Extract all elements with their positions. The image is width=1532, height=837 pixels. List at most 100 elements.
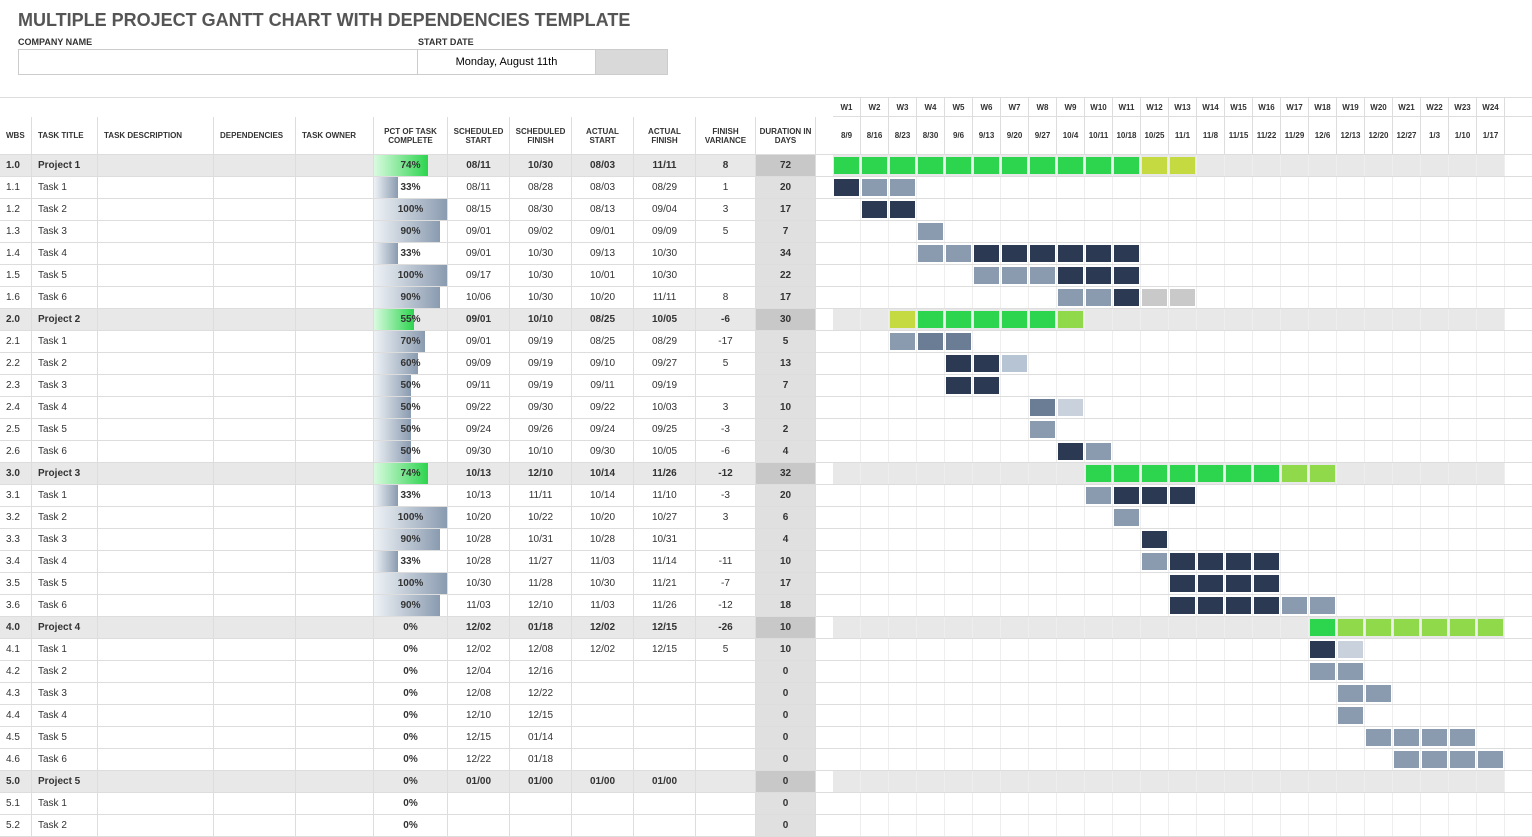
cell[interactable]: 10/30 [572, 573, 634, 594]
cell[interactable]: Task 5 [32, 573, 98, 594]
table-row[interactable]: 2.1Task 170%09/0109/1908/2508/29-175 [0, 331, 833, 353]
cell[interactable]: 01/18 [510, 749, 572, 770]
cell[interactable] [214, 639, 296, 660]
cell[interactable]: 12/15 [634, 639, 696, 660]
cell[interactable]: Task 1 [32, 177, 98, 198]
cell[interactable]: 11/28 [510, 573, 572, 594]
cell[interactable]: 1 [696, 177, 756, 198]
cell[interactable] [214, 815, 296, 836]
cell[interactable]: 5.2 [0, 815, 32, 836]
cell[interactable]: 10/31 [634, 529, 696, 550]
cell[interactable]: 08/03 [572, 155, 634, 176]
cell[interactable]: 0 [756, 727, 816, 748]
pct-cell[interactable]: 33% [374, 485, 448, 506]
cell[interactable] [696, 749, 756, 770]
cell[interactable]: Task 2 [32, 815, 98, 836]
cell[interactable] [634, 749, 696, 770]
cell[interactable]: 11/14 [634, 551, 696, 572]
pct-cell[interactable]: 0% [374, 639, 448, 660]
cell[interactable]: -3 [696, 485, 756, 506]
cell[interactable]: 09/30 [572, 441, 634, 462]
cell[interactable]: Task 4 [32, 705, 98, 726]
cell[interactable]: 09/19 [634, 375, 696, 396]
cell[interactable]: Task 4 [32, 397, 98, 418]
cell[interactable] [214, 199, 296, 220]
cell[interactable]: 10/10 [510, 441, 572, 462]
cell[interactable] [98, 463, 214, 484]
cell[interactable] [296, 639, 374, 660]
cell[interactable]: 22 [756, 265, 816, 286]
cell[interactable] [696, 727, 756, 748]
cell[interactable]: 09/30 [448, 441, 510, 462]
cell[interactable] [98, 507, 214, 528]
cell[interactable]: 10/30 [448, 573, 510, 594]
cell[interactable] [572, 793, 634, 814]
cell[interactable]: 13 [756, 353, 816, 374]
cell[interactable]: 01/00 [448, 771, 510, 792]
cell[interactable]: 1.3 [0, 221, 32, 242]
cell[interactable]: 10/30 [634, 243, 696, 264]
pct-cell[interactable]: 0% [374, 727, 448, 748]
cell[interactable] [214, 617, 296, 638]
cell[interactable] [214, 595, 296, 616]
cell[interactable]: 1.4 [0, 243, 32, 264]
pct-cell[interactable]: 90% [374, 595, 448, 616]
cell[interactable] [214, 771, 296, 792]
cell[interactable]: 01/18 [510, 617, 572, 638]
cell[interactable] [214, 331, 296, 352]
cell[interactable]: Project 4 [32, 617, 98, 638]
cell[interactable]: 18 [756, 595, 816, 616]
cell[interactable] [98, 353, 214, 374]
cell[interactable]: Task 4 [32, 243, 98, 264]
cell[interactable]: 5.0 [0, 771, 32, 792]
cell[interactable]: 10/13 [448, 463, 510, 484]
cell[interactable]: 3.3 [0, 529, 32, 550]
pct-cell[interactable]: 0% [374, 617, 448, 638]
cell[interactable] [214, 551, 296, 572]
table-row[interactable]: 1.6Task 690%10/0610/3010/2011/11817 [0, 287, 833, 309]
cell[interactable]: Task 6 [32, 749, 98, 770]
cell[interactable] [214, 705, 296, 726]
cell[interactable]: 3 [696, 199, 756, 220]
cell[interactable]: 09/09 [634, 221, 696, 242]
cell[interactable]: 0 [756, 705, 816, 726]
table-row[interactable]: 4.1Task 10%12/0212/0812/0212/15510 [0, 639, 833, 661]
cell[interactable] [98, 375, 214, 396]
cell[interactable] [634, 815, 696, 836]
table-row[interactable]: 3.6Task 690%11/0312/1011/0311/26-1218 [0, 595, 833, 617]
cell[interactable]: 1.0 [0, 155, 32, 176]
cell[interactable] [696, 243, 756, 264]
cell[interactable]: 3.6 [0, 595, 32, 616]
cell[interactable]: 12/15 [510, 705, 572, 726]
cell[interactable]: 12/22 [510, 683, 572, 704]
cell[interactable]: 10/01 [572, 265, 634, 286]
cell[interactable]: 5.1 [0, 793, 32, 814]
cell[interactable]: 7 [756, 375, 816, 396]
table-row[interactable]: 1.1Task 133%08/1108/2808/0308/29120 [0, 177, 833, 199]
cell[interactable] [296, 771, 374, 792]
cell[interactable] [696, 683, 756, 704]
cell[interactable]: 08/29 [634, 331, 696, 352]
cell[interactable]: Task 2 [32, 199, 98, 220]
pct-cell[interactable]: 100% [374, 507, 448, 528]
cell[interactable] [296, 529, 374, 550]
cell[interactable] [634, 793, 696, 814]
cell[interactable] [696, 815, 756, 836]
cell[interactable]: Task 5 [32, 727, 98, 748]
pct-cell[interactable]: 33% [374, 177, 448, 198]
table-row[interactable]: 3.1Task 133%10/1311/1110/1411/10-320 [0, 485, 833, 507]
cell[interactable] [214, 749, 296, 770]
cell[interactable]: 1.5 [0, 265, 32, 286]
cell[interactable] [634, 705, 696, 726]
cell[interactable]: 08/25 [572, 309, 634, 330]
cell[interactable] [98, 243, 214, 264]
cell[interactable] [214, 177, 296, 198]
cell[interactable]: 12/22 [448, 749, 510, 770]
cell[interactable]: 4.5 [0, 727, 32, 748]
cell[interactable]: -3 [696, 419, 756, 440]
cell[interactable] [98, 595, 214, 616]
cell[interactable] [214, 155, 296, 176]
cell[interactable]: 09/10 [572, 353, 634, 374]
cell[interactable]: 09/25 [634, 419, 696, 440]
cell[interactable]: -17 [696, 331, 756, 352]
